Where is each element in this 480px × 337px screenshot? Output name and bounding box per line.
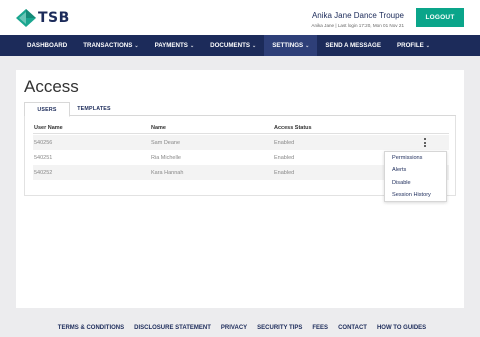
cell-user-name: 540256 <box>34 139 53 146</box>
chevron-down-icon: ⌄ <box>252 42 257 49</box>
nav-item-label: PROFILE <box>396 42 424 49</box>
logout-button[interactable]: LOGOUT <box>416 8 464 27</box>
footer-link-fees[interactable]: FEES <box>312 325 328 337</box>
nav-item-send-message[interactable]: SEND A MESSAGE <box>317 35 389 56</box>
footer-link-disclosure[interactable]: DISCLOSURE STATEMENT <box>134 325 211 337</box>
cell-name: Sam Deane <box>151 139 181 146</box>
cell-status: Enabled <box>274 169 295 176</box>
tab-templates[interactable]: TEMPLATES <box>70 102 118 116</box>
menu-item-session-history[interactable]: Session History <box>385 189 446 201</box>
last-login-info: Anika Jane | Last login 17:20, Mon 01 No… <box>311 23 404 28</box>
chevron-down-icon: ⌄ <box>189 42 195 49</box>
header-access-status[interactable]: Access Status <box>274 123 312 133</box>
tab-bar: USERS TEMPLATES <box>24 102 456 117</box>
tab-users[interactable]: USERS <box>24 102 70 117</box>
cell-name: Kara Hannah <box>151 169 184 176</box>
nav-item-label: TRANSACTIONS <box>83 42 133 49</box>
cell-name: Ria Michelle <box>151 154 181 161</box>
nav-item-profile[interactable]: PROFILE ⌄ <box>389 35 438 56</box>
row-actions-menu: Permissions Alerts Disable Session Histo… <box>384 151 447 202</box>
footer-link-terms[interactable]: TERMS & CONDITIONS <box>58 325 124 337</box>
header-user-name[interactable]: User Name <box>34 123 63 133</box>
nav-item-payments[interactable]: PAYMENTS ⌄ <box>147 35 203 56</box>
menu-item-permissions[interactable]: Permissions <box>385 152 446 164</box>
table-row[interactable]: 540256 Sam Deane Enabled <box>33 135 449 150</box>
nav-item-label: DASHBOARD <box>27 42 68 49</box>
nav-item-label: SETTINGS <box>272 42 304 49</box>
nav-item-dashboard[interactable]: DASHBOARD <box>19 35 75 56</box>
chevron-down-icon: ⌄ <box>425 42 430 49</box>
tsb-logo[interactable]: TSB <box>16 9 78 27</box>
cell-user-name: 540251 <box>34 154 53 161</box>
header-name[interactable]: Name <box>151 123 166 133</box>
nav-item-label: SEND A MESSAGE <box>325 42 381 49</box>
cell-user-name: 540252 <box>34 169 53 176</box>
menu-item-alerts[interactable]: Alerts <box>385 164 446 176</box>
chevron-down-icon: ⌄ <box>134 42 139 49</box>
footer-link-security-tips[interactable]: SECURITY TIPS <box>257 325 302 337</box>
footer-link-contact[interactable]: CONTACT <box>338 325 367 337</box>
nav-item-label: DOCUMENTS <box>210 42 251 49</box>
page-title: Access <box>24 77 79 96</box>
nav-item-label: PAYMENTS <box>154 42 188 49</box>
main-nav: DASHBOARD TRANSACTIONS ⌄ PAYMENTS ⌄ DOCUME… <box>0 35 480 56</box>
chevron-down-icon: ⌄ <box>305 42 310 49</box>
logo-text: TSB <box>38 10 70 26</box>
nav-item-settings[interactable]: SETTINGS ⌄ <box>264 35 318 56</box>
table-header: User Name Name Access Status <box>33 123 449 134</box>
access-card: Access USERS TEMPLATES User Name Name Ac… <box>16 70 464 308</box>
top-bar: TSB Anika Jane Dance Troupe Anika Jane |… <box>0 0 480 35</box>
account-name: Anika Jane Dance Troupe <box>311 11 404 20</box>
nav-item-documents[interactable]: DOCUMENTS ⌄ <box>202 35 264 56</box>
nav-item-transactions[interactable]: TRANSACTIONS ⌄ <box>75 35 146 56</box>
footer-link-privacy[interactable]: PRIVACY <box>221 325 247 337</box>
cell-status: Enabled <box>274 154 295 161</box>
menu-item-disable[interactable]: Disable <box>385 177 446 189</box>
cell-status: Enabled <box>274 139 295 146</box>
footer-link-how-to-guides[interactable]: HOW TO GUIDES <box>377 325 426 337</box>
more-options-icon[interactable] <box>422 136 428 149</box>
tsb-logo-icon <box>16 9 36 27</box>
footer-links: TERMS & CONDITIONS DISCLOSURE STATEMENT … <box>0 325 480 337</box>
